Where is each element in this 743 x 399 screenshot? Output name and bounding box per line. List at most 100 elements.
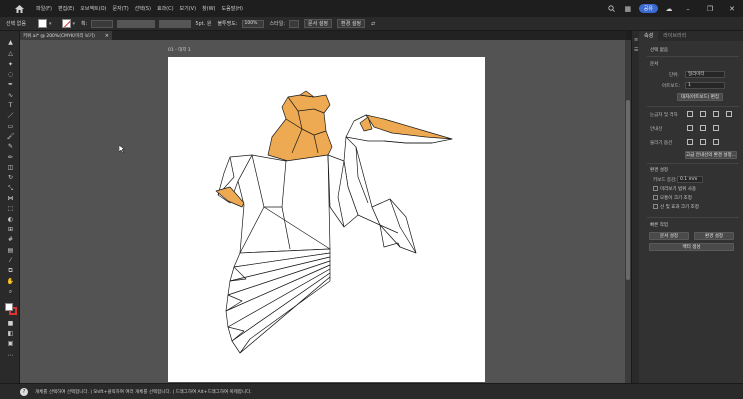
guide-preferences-button[interactable]: 고급 안내선의 환경 설정... bbox=[685, 151, 737, 159]
gradient-tool-icon[interactable]: ▤ bbox=[7, 247, 14, 254]
menu-edit[interactable]: 편집(E) bbox=[55, 5, 77, 12]
ruler-icon[interactable] bbox=[687, 111, 693, 117]
share-button[interactable]: 공유 bbox=[638, 4, 658, 13]
preferences-button[interactable]: 환경 설정 bbox=[694, 232, 734, 240]
arrange-icon[interactable]: ⇄ bbox=[371, 21, 375, 27]
shaper-tool-icon[interactable]: ✎ bbox=[7, 143, 14, 150]
menu-file[interactable]: 파일(F) bbox=[33, 5, 55, 12]
free-transform-icon[interactable]: ⬚ bbox=[7, 205, 14, 212]
curvature-tool-icon[interactable]: ∿ bbox=[7, 92, 14, 99]
stroke-swatch[interactable] bbox=[61, 19, 71, 28]
fill-swatch[interactable] bbox=[38, 19, 47, 28]
pen-tool-icon[interactable]: ✒ bbox=[7, 81, 14, 88]
hand-tool-icon[interactable]: ✋ bbox=[7, 278, 14, 285]
blend-tool-icon[interactable]: ⧉ bbox=[7, 267, 14, 274]
mesh-tool-icon[interactable]: # bbox=[7, 236, 14, 243]
menu-type[interactable]: 문자(T) bbox=[110, 5, 132, 12]
home-icon[interactable] bbox=[12, 2, 26, 16]
export-button[interactable]: 벡터 생성 bbox=[649, 243, 734, 251]
scrollbar-thumb[interactable] bbox=[626, 100, 630, 280]
rulers-grid-label: 눈금자 및 격자 bbox=[650, 113, 678, 118]
tab-libraries[interactable]: 라이브러리 bbox=[658, 31, 691, 41]
keyboard-increment-label: 키보드 증감: bbox=[653, 178, 677, 183]
origami-artwork[interactable] bbox=[168, 57, 485, 382]
selection-tool-icon[interactable]: ▲ bbox=[7, 39, 14, 46]
artboard-select[interactable]: 1 bbox=[685, 82, 725, 89]
unit-select[interactable]: 밀리미터 bbox=[685, 71, 725, 78]
artboard-label[interactable]: 01 - 대지 1 bbox=[168, 47, 191, 53]
checkbox-preview-bounds[interactable] bbox=[653, 186, 658, 191]
search-icon[interactable] bbox=[607, 4, 617, 14]
pixel-grid-icon[interactable] bbox=[713, 111, 719, 117]
draw-mode-icon[interactable]: ◧ bbox=[7, 330, 14, 337]
brush-definition[interactable]: 5pt. 원 bbox=[195, 20, 211, 27]
zoom-tool-icon[interactable]: ⌕ bbox=[7, 288, 14, 295]
menu-object[interactable]: 오브젝트(O) bbox=[77, 5, 109, 12]
eraser-tool-icon[interactable]: ◫ bbox=[7, 164, 14, 171]
more-tools-icon[interactable]: ⋯ bbox=[7, 352, 14, 359]
snap-pixel-icon[interactable] bbox=[700, 139, 706, 145]
opacity-field[interactable]: 100% bbox=[241, 19, 264, 28]
grid-icon[interactable]: ▦ bbox=[623, 4, 633, 14]
rotate-tool-icon[interactable]: ↻ bbox=[7, 174, 14, 181]
status-tip: 개체를 선택하여 선택합니다. | Shift+클릭하여 여러 개체를 선택합니… bbox=[35, 389, 252, 395]
restore-icon[interactable]: ❐ bbox=[699, 5, 721, 13]
help-icon[interactable]: ? bbox=[20, 387, 28, 396]
chevron-down-icon[interactable]: ▾ bbox=[49, 21, 52, 27]
eyedropper-icon[interactable]: ⁄ bbox=[7, 257, 14, 264]
close-tab-icon[interactable]: × bbox=[105, 33, 109, 39]
menu-effect[interactable]: 효과(C) bbox=[154, 5, 177, 12]
menu-help[interactable]: 도움말(H) bbox=[219, 5, 246, 12]
stroke-label: 획: bbox=[81, 21, 88, 27]
artboard[interactable] bbox=[168, 57, 485, 382]
checkbox-label: 미리보기 범위 사용 bbox=[660, 187, 696, 192]
tab-properties[interactable]: 속성 bbox=[639, 31, 659, 41]
snap-point-icon[interactable] bbox=[687, 139, 693, 145]
menu-window[interactable]: 창(W) bbox=[199, 5, 218, 12]
rectangle-tool-icon[interactable]: ▭ bbox=[7, 123, 14, 130]
snap-glyph-icon[interactable] bbox=[713, 139, 719, 145]
document-setup-button[interactable]: 문서 설정 bbox=[304, 19, 333, 28]
checkbox-scale-corners[interactable] bbox=[653, 195, 658, 200]
checkbox-label: 모퉁이 크기 조정 bbox=[660, 196, 692, 201]
transparency-grid-icon[interactable] bbox=[726, 111, 732, 117]
magic-wand-icon[interactable]: ✦ bbox=[7, 61, 14, 68]
menu-view[interactable]: 보기(V) bbox=[177, 5, 200, 12]
width-tool-icon[interactable]: ⋈ bbox=[7, 195, 14, 202]
style-swatch[interactable] bbox=[289, 19, 300, 28]
fill-stroke-widget[interactable] bbox=[5, 303, 17, 315]
close-icon[interactable]: ✕ bbox=[721, 5, 743, 13]
minimize-icon[interactable]: – bbox=[677, 5, 699, 13]
keyboard-increment-field[interactable]: 0.1 mm bbox=[677, 176, 703, 183]
smart-guides-icon[interactable] bbox=[713, 125, 719, 131]
color-mode-icon[interactable]: ■ bbox=[7, 320, 14, 327]
paintbrush-tool-icon[interactable]: 🖌 bbox=[7, 133, 15, 140]
document-tab[interactable]: 키위.ai* @ 200%(CMYK/미리 보기) × bbox=[20, 31, 112, 40]
cloud-icon[interactable]: ☁ bbox=[664, 4, 674, 14]
edit-artboard-button[interactable]: 대지(아트보드) 편집 bbox=[677, 93, 723, 101]
lock-guides-icon[interactable] bbox=[700, 125, 706, 131]
brush-field[interactable] bbox=[159, 19, 192, 28]
screen-mode-icon[interactable]: ▣ bbox=[7, 340, 14, 347]
line-tool-icon[interactable]: ／ bbox=[7, 113, 14, 120]
menu-select[interactable]: 선택(S) bbox=[132, 5, 154, 12]
scale-tool-icon[interactable]: ⤡ bbox=[7, 185, 14, 192]
preferences-button[interactable]: 환경 설정 bbox=[337, 19, 366, 28]
direct-selection-tool-icon[interactable]: △ bbox=[7, 50, 14, 57]
menubar-right: ▦ 공유 ☁ – ❐ ✕ bbox=[604, 0, 743, 17]
variable-width-field[interactable] bbox=[117, 19, 156, 28]
pencil-tool-icon[interactable]: ✏ bbox=[7, 154, 14, 161]
show-guides-icon[interactable] bbox=[687, 125, 693, 131]
fill-color-icon[interactable] bbox=[5, 303, 13, 311]
divider bbox=[647, 56, 739, 57]
document-setup-button[interactable]: 문서 설정 bbox=[649, 232, 689, 240]
checkbox-scale-strokes[interactable] bbox=[653, 204, 658, 209]
shape-builder-icon[interactable]: ◐ bbox=[7, 216, 14, 223]
grid-icon[interactable] bbox=[700, 111, 706, 117]
type-tool-icon[interactable]: T bbox=[7, 102, 14, 109]
chevron-down-icon[interactable]: ▾ bbox=[73, 21, 76, 27]
stroke-weight-field[interactable] bbox=[91, 19, 114, 28]
lasso-tool-icon[interactable]: ◌ bbox=[7, 71, 14, 78]
perspective-grid-icon[interactable]: ⊞ bbox=[7, 226, 14, 233]
menu-list: 파일(F) 편집(E) 오브젝트(O) 문자(T) 선택(S) 효과(C) 보기… bbox=[33, 5, 246, 12]
